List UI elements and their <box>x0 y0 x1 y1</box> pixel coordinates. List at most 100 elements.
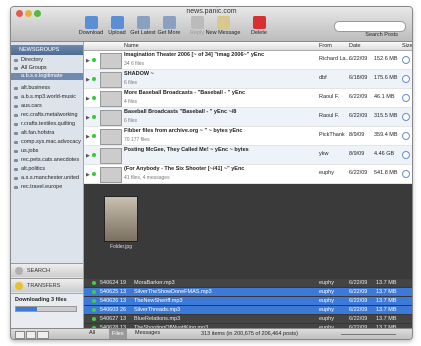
sidebar-group[interactable]: comp.sys.mac.advocacy <box>11 139 83 146</box>
post-date: 6/22/09 <box>349 170 368 176</box>
post-date: 6/22/09 <box>349 56 368 62</box>
sidebar-group[interactable]: rec.crafts.metalworking <box>11 112 83 119</box>
transfers-section[interactable]: TRANSFERS <box>11 278 83 292</box>
sidebar-group-label: rec.pets.cats.anecdotes <box>21 157 80 163</box>
tab-all[interactable]: All <box>89 330 95 336</box>
status-dot-icon <box>92 172 96 176</box>
window-title: news.panic.com <box>186 8 237 15</box>
newsgroup-icon <box>14 132 18 135</box>
newsgroup-icon <box>14 123 18 126</box>
disclosure-arrow-icon[interactable]: ▶ <box>86 134 90 140</box>
zoom-slider[interactable] <box>341 334 396 335</box>
newsgroup-icon <box>14 114 18 117</box>
newsgroup-icon <box>14 168 18 171</box>
sidebar-item-a-b-s-e-legitimate[interactable]: a.b.s.e.legitimate <box>11 73 83 80</box>
sidebar-item-all-groups[interactable]: All Groups <box>11 65 83 72</box>
thumbnail <box>100 129 122 145</box>
thumbnail <box>100 53 122 69</box>
disclosure-arrow-icon[interactable]: ▶ <box>86 77 90 83</box>
post-title: SHADOW ~ <box>124 71 154 77</box>
post-subtitle: 70 177 files <box>124 137 150 143</box>
post-row[interactable]: ▶ SHADOW ~ 6 files dbf 6/18/09 175.6 MB <box>84 70 412 89</box>
thumbnail <box>100 72 122 88</box>
search-section[interactable]: SEARCH <box>11 263 83 277</box>
post-size: 152.6 MB <box>374 56 398 62</box>
col-date[interactable]: Date <box>349 43 361 49</box>
gear-icon[interactable] <box>37 331 49 339</box>
status-dot-icon <box>92 317 96 321</box>
file-row[interactable]: 540626 13 TheNewSheriff.mp3 euphy 6/22/09 13.… <box>84 297 412 306</box>
sidebar-group-label: comp.sys.mac.advocacy <box>21 139 81 145</box>
disclosure-arrow-icon[interactable]: ▶ <box>86 153 90 159</box>
sidebar-group[interactable]: r.crafts.textiles.quilting <box>11 121 83 128</box>
sidebar-group-label: alt.business <box>21 85 51 91</box>
progress-circle-icon <box>402 132 410 140</box>
sidebar-group[interactable]: rec.pets.cats.anecdotes <box>11 157 83 164</box>
folder-image-thumbnail[interactable] <box>104 196 138 242</box>
file-name: BlueRelations.mp3 <box>134 316 181 322</box>
search-section-label: SEARCH <box>27 268 50 274</box>
file-num: 19 <box>120 280 127 286</box>
folder-icon <box>14 75 18 78</box>
new-message-button[interactable]: New Message <box>203 16 243 36</box>
tab-messages[interactable]: Messages <box>135 330 160 336</box>
col-from[interactable]: From <box>319 43 332 49</box>
disclosure-arrow-icon[interactable]: ▶ <box>86 96 90 102</box>
search-input[interactable] <box>334 21 406 32</box>
add-icon[interactable] <box>15 331 25 339</box>
delete-button[interactable]: Delete <box>239 16 279 36</box>
file-row[interactable]: 540625 13 SilverTheShowDoneFMAS.mp3 euphy 6/… <box>84 288 412 297</box>
sidebar-group-label: a.b.s.mp3.world-music <box>21 94 77 100</box>
file-size: 13.7 MB <box>376 298 397 304</box>
col-size[interactable]: Size <box>402 43 412 49</box>
sidebar-group-label: r.crafts.textiles.quilting <box>21 121 76 127</box>
file-row[interactable]: 540627 13 BlueRelations.mp3 euphy 6/22/09 13.… <box>84 315 412 324</box>
sidebar-group[interactable]: alt.fan.hofstra <box>11 130 83 137</box>
sidebar-group-label: aus.cars <box>21 103 42 109</box>
get-more-icon <box>162 16 176 29</box>
newsgroup-icon <box>14 159 18 162</box>
sidebar-item-label: Directory <box>21 57 44 63</box>
thumbnail <box>100 148 122 164</box>
newsgroups-header[interactable]: NEWSGROUPS <box>11 45 83 55</box>
tab-files[interactable]: Files <box>109 329 127 339</box>
file-id: 540626 <box>100 298 119 304</box>
sidebar-group[interactable]: aus.cars <box>11 103 83 110</box>
file-date: 6/22/09 <box>349 307 368 313</box>
file-date: 6/22/09 <box>349 298 368 304</box>
disclosure-arrow-icon[interactable]: ▶ <box>86 115 90 121</box>
sidebar-group[interactable]: rec.travel.europe <box>11 184 83 191</box>
post-from: Richard La... <box>319 56 351 62</box>
col-name[interactable]: Name <box>124 43 139 49</box>
disclosure-arrow-icon[interactable]: ▶ <box>86 172 90 178</box>
post-row[interactable]: ▶ More Baseball Broadcasts - "Baseball - … <box>84 89 412 108</box>
sidebar-group[interactable]: alt.politics <box>11 166 83 173</box>
post-row[interactable]: ▶ Fibber files from archive.org ~ " ~ byt… <box>84 127 412 146</box>
delete-label: Delete <box>251 30 267 36</box>
post-row[interactable]: ▶ Posting McGee, They Called Me! ~ yEnc ~… <box>84 146 412 165</box>
post-subtitle: 34 6 files <box>124 61 145 67</box>
post-subtitle: 6 files <box>124 118 138 124</box>
post-from: euphy <box>319 170 334 176</box>
remove-icon[interactable] <box>26 331 36 339</box>
disclosure-arrow-icon[interactable]: ▶ <box>86 58 90 64</box>
sidebar-group[interactable]: alt.business <box>11 85 83 92</box>
file-row[interactable]: 540603 26 SilverThreads.mp3 euphy 6/22/09 13.… <box>84 306 412 315</box>
sidebar-group[interactable]: a.s.s.manchester.united <box>11 175 83 182</box>
status-dot-icon <box>92 115 96 119</box>
search-label: Search Posts <box>365 32 398 38</box>
post-row[interactable]: ▶ Baseball Broadcasts "Baseball - " yEnc … <box>84 108 412 127</box>
post-row[interactable]: ▶ (For Anybody - The Six Shooter [~/41] ~… <box>84 165 412 184</box>
progress-circle-icon <box>402 151 410 159</box>
thumbnail <box>100 110 122 126</box>
status-dot-icon <box>92 281 96 285</box>
sidebar-item-directory[interactable]: Directory <box>11 57 83 64</box>
sidebar-group[interactable]: a.b.s.mp3.world-music <box>11 94 83 101</box>
reply-icon <box>190 16 204 29</box>
file-row[interactable]: 540624 19 MoraBarker.mp3 euphy 6/22/09 13.7 M… <box>84 279 412 288</box>
transfer-status: Downloading 3 files <box>15 297 67 303</box>
file-id: 540625 <box>100 289 119 295</box>
post-row[interactable]: ▶ Imagination Theater 2006 [~ of 34] "ima… <box>84 51 412 70</box>
sidebar-group[interactable]: us.jobs <box>11 148 83 155</box>
attachment-gallery: Folder.jpg <box>84 184 412 279</box>
